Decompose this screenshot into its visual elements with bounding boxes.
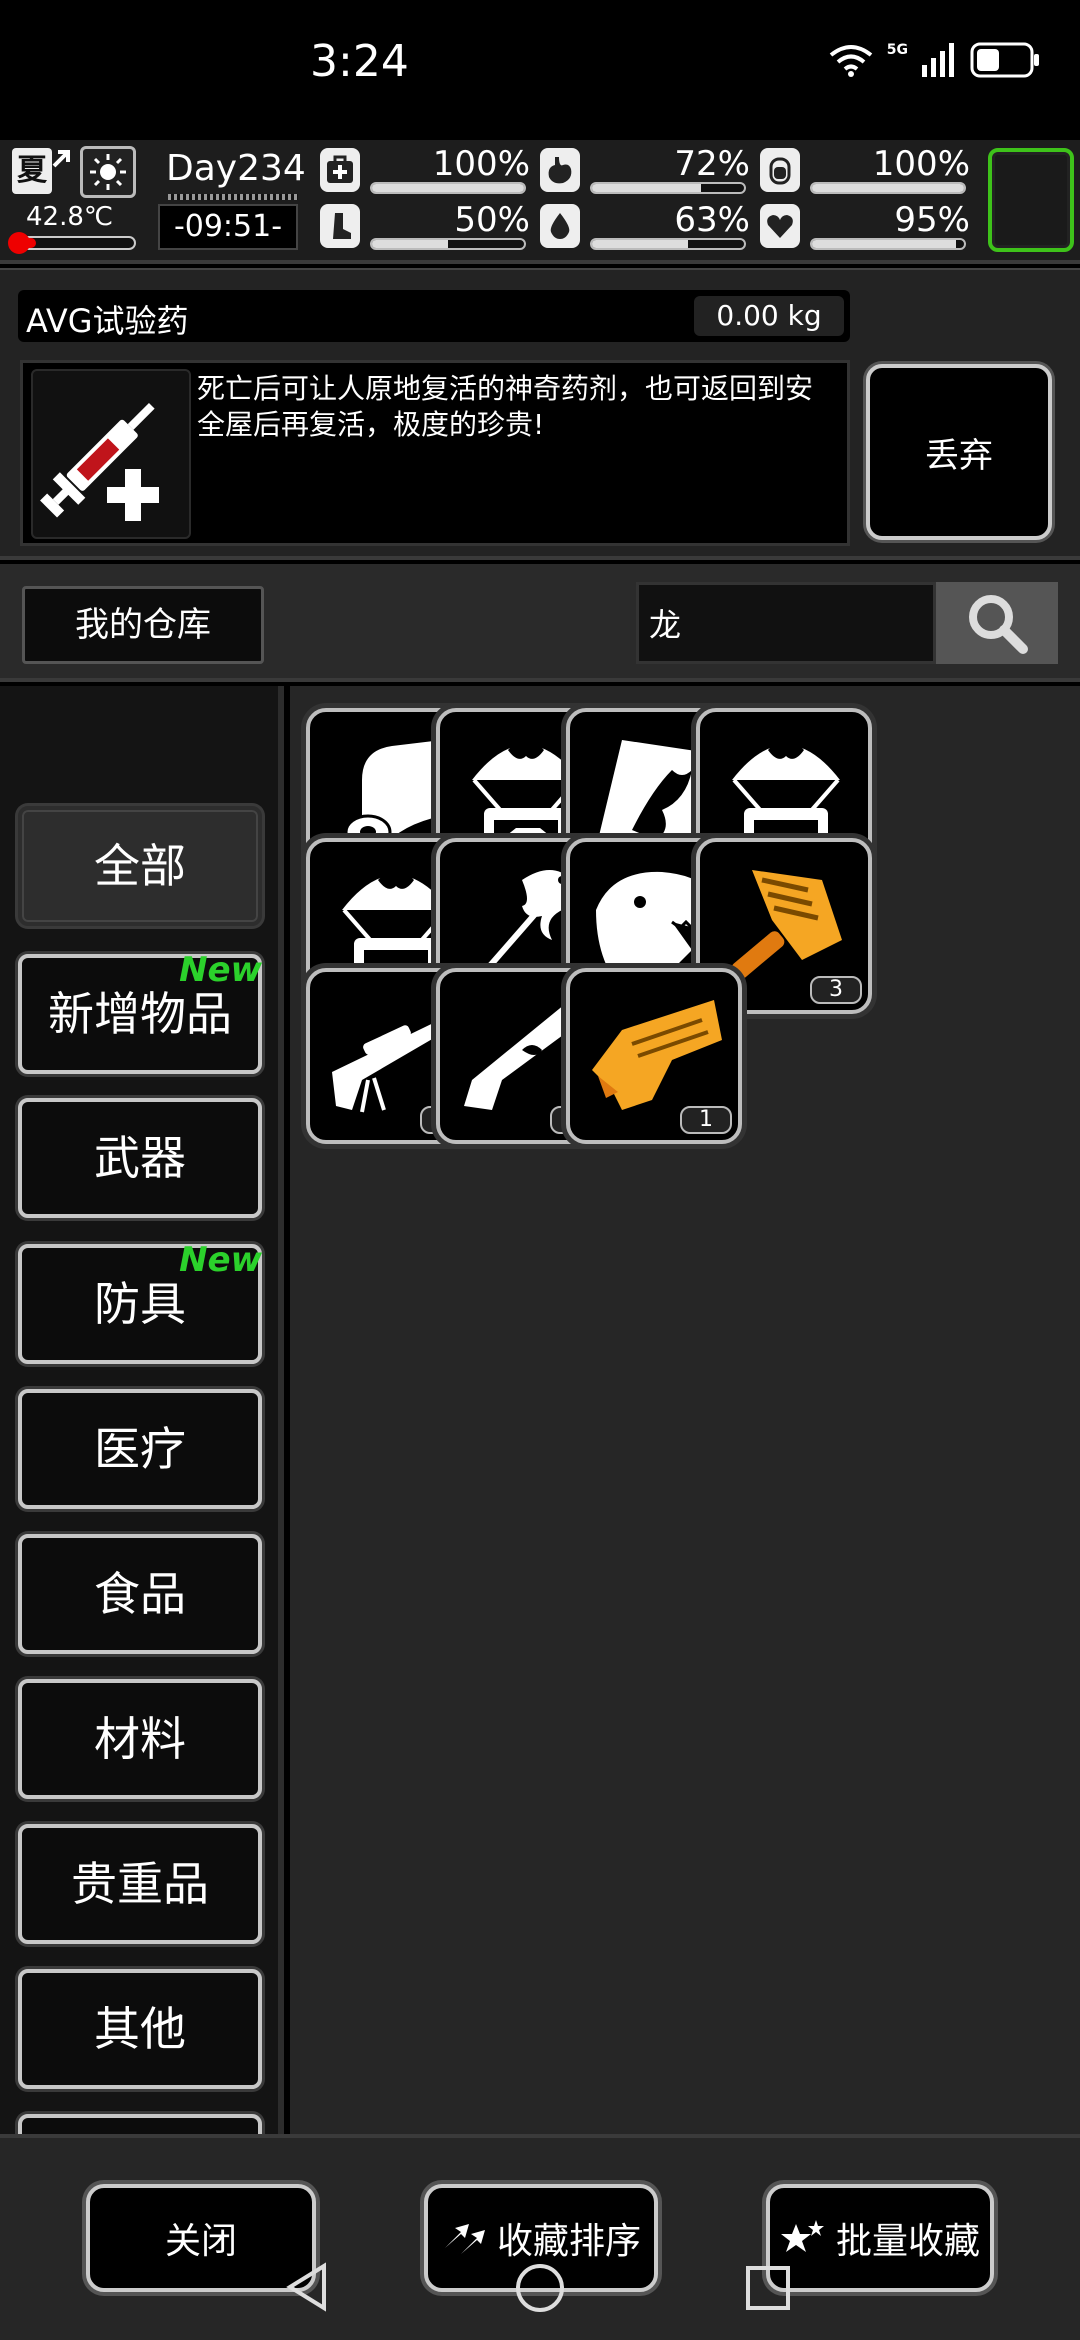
- search-icon: [969, 595, 1028, 654]
- status-clock: 3:24: [310, 36, 409, 87]
- item-count: 1: [680, 1106, 732, 1134]
- item-description: 死亡后可让人原地复活的神奇药剂，也可返回到安全屋后再复活，极度的珍贵!: [197, 372, 814, 441]
- system-status-bar: 3:24 5G: [0, 0, 1080, 140]
- thirst-value: 63%: [674, 200, 750, 240]
- weather-sun-icon: [80, 146, 136, 198]
- day-counter: Day234: [166, 148, 306, 189]
- battery-icon: [970, 42, 1039, 78]
- heart-icon: [760, 204, 800, 248]
- nav-recents-icon[interactable]: [744, 2264, 792, 2312]
- hunger-bar: [590, 182, 746, 194]
- category-label: 材料: [94, 1712, 186, 1766]
- search-input[interactable]: [636, 582, 936, 664]
- category-label: 防具: [94, 1277, 186, 1331]
- mood-value: 95%: [894, 200, 970, 240]
- foot-icon: [320, 204, 360, 248]
- batch-favorite-button[interactable]: 批量收藏: [766, 2184, 994, 2292]
- stars-icon: [780, 2220, 824, 2252]
- item-count: 3: [810, 976, 862, 1004]
- bladder-icon: [760, 148, 800, 192]
- thirst-bar: [590, 238, 746, 250]
- hunger-value: 72%: [674, 144, 750, 184]
- syringe-medkit-icon: [31, 369, 191, 539]
- mood-stat: 95%: [760, 200, 970, 252]
- favorite-sort-label: 收藏排序: [496, 2221, 641, 2262]
- stomach-icon: [540, 148, 580, 192]
- close-button[interactable]: 关闭: [86, 2184, 316, 2292]
- discard-button[interactable]: 丢弃: [866, 364, 1052, 540]
- item-grid: 304 1 1 1: [290, 686, 1080, 2134]
- category-materials[interactable]: 材料: [18, 1679, 262, 1799]
- status-icons: 5G: [829, 42, 1040, 78]
- nav-home-icon[interactable]: [514, 2262, 566, 2314]
- game-time: -09:51-: [158, 204, 298, 250]
- day-progress-bar: [168, 194, 298, 200]
- category-all[interactable]: 全部: [18, 806, 262, 926]
- category-label: 武器: [94, 1131, 186, 1185]
- category-armor[interactable]: 防具 New: [18, 1240, 262, 1364]
- category-new-items[interactable]: 新增物品 New: [18, 950, 262, 1074]
- temperature-label: 42.8℃: [26, 202, 114, 232]
- stamina-stat: 50%: [320, 200, 530, 252]
- new-badge: New: [179, 1240, 262, 1280]
- my-warehouse-button[interactable]: 我的仓库: [22, 586, 264, 664]
- item-name-bar: AVG试验药 0.00 kg: [18, 290, 850, 342]
- arrow-up-right-icon: [52, 150, 70, 168]
- health-bar: [370, 182, 526, 194]
- signal-icon: [922, 43, 954, 77]
- health-value: 100%: [432, 144, 530, 184]
- category-food[interactable]: 食品: [18, 1534, 262, 1654]
- item-description-box: 死亡后可让人原地复活的神奇药剂，也可返回到安全屋后再复活，极度的珍贵!: [20, 360, 850, 546]
- category-weapons[interactable]: 武器: [18, 1098, 262, 1218]
- bladder-bar: [810, 182, 966, 194]
- warehouse-toolbar: 我的仓库: [0, 564, 1080, 682]
- category-valuables[interactable]: 贵重品: [18, 1824, 262, 1944]
- stamina-bar: [370, 238, 526, 250]
- medkit-icon: [320, 148, 360, 192]
- bladder-value: 100%: [872, 144, 970, 184]
- sort-arrows-icon: [444, 2224, 485, 2254]
- health-stat: 100%: [320, 144, 530, 196]
- mood-bar: [810, 238, 966, 250]
- category-medical[interactable]: 医疗: [18, 1389, 262, 1509]
- thirst-stat: 63%: [540, 200, 750, 252]
- category-label: 医疗: [94, 1422, 186, 1476]
- quick-slot[interactable]: [988, 148, 1074, 252]
- item-name: AVG试验药: [26, 302, 189, 340]
- player-hud: 夏 42.8℃ Day234 -09:51- 100% 72% 100% 50%…: [0, 140, 1080, 264]
- item-detail-panel: AVG试验药 0.00 kg 死亡后可让人原地复活的神奇药剂，也可返回到安全屋后…: [0, 268, 1080, 560]
- stamina-value: 50%: [454, 200, 530, 240]
- thermometer-bar: [8, 232, 136, 254]
- batch-favorite-label: 批量收藏: [835, 2221, 980, 2262]
- category-label: 其他: [94, 2002, 186, 2056]
- category-label: 食品: [94, 1567, 186, 1621]
- item-weight: 0.00 kg: [694, 296, 844, 336]
- bottom-action-bar: 关闭 收藏排序 批量收藏: [0, 2134, 1080, 2340]
- category-label: 新增物品: [48, 987, 232, 1041]
- bladder-stat: 100%: [760, 144, 970, 196]
- item-tile[interactable]: 1: [566, 968, 742, 1144]
- new-badge: New: [179, 950, 262, 990]
- close-button-label: 关闭: [164, 2221, 237, 2262]
- category-sidebar: 全部 新增物品 New 武器 防具 New 医疗 食品 材料 贵重品 其他: [0, 686, 284, 2134]
- search-button[interactable]: [936, 582, 1058, 664]
- season-indicator: 夏: [12, 148, 52, 194]
- hunger-stat: 72%: [540, 144, 750, 196]
- category-label: 贵重品: [71, 1857, 209, 1911]
- water-drop-icon: [540, 204, 580, 248]
- network-type-label: 5G: [886, 42, 908, 58]
- wifi-icon: [829, 45, 873, 77]
- category-other[interactable]: 其他: [18, 1969, 262, 2089]
- category-label: 全部: [94, 839, 186, 893]
- nav-back-icon[interactable]: [284, 2262, 330, 2312]
- category-more[interactable]: [18, 2114, 262, 2134]
